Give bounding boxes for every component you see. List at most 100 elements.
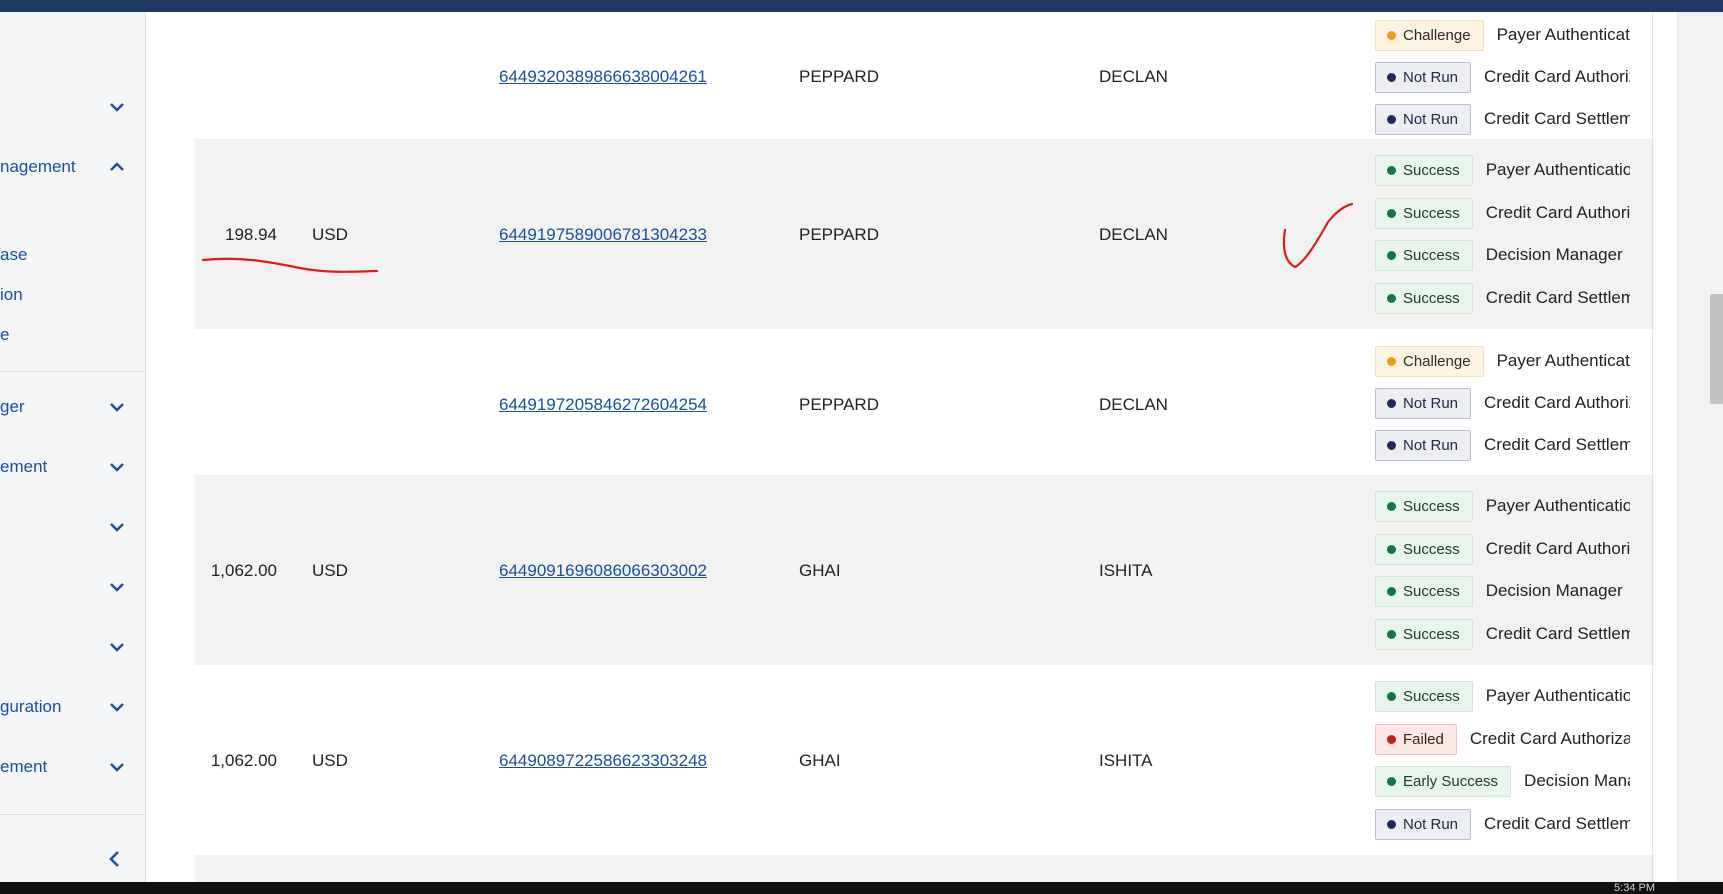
sidebar-group-0[interactable] <box>0 92 145 122</box>
request-id-link[interactable]: 6449197589006781304233 <box>499 225 707 245</box>
status-dot-icon <box>1387 586 1396 596</box>
chevron-down-icon[interactable] <box>106 756 128 778</box>
last-name-cell: PEPPARD <box>799 225 879 244</box>
transactions-table: 6449320389866638004261 PEPPARD DECLAN Ch… <box>174 12 1654 882</box>
check-name: Payer Authentication <box>1485 686 1630 705</box>
check-item: Success Credit Card Authorization <box>1375 196 1630 230</box>
status-dot-icon <box>1387 691 1396 701</box>
sidebar-subitem-0[interactable]: ase <box>0 245 27 265</box>
sidebar-group-label: nagement <box>0 157 76 176</box>
currency-cell: USD <box>312 225 348 244</box>
request-id-link[interactable]: 6449089722586623303248 <box>499 751 707 771</box>
status-dot-icon <box>1387 356 1396 366</box>
scrollbar[interactable] <box>1677 12 1723 882</box>
chevron-up-icon[interactable] <box>106 156 128 178</box>
status-badge: Success <box>1375 575 1473 607</box>
status-badge: Success <box>1375 680 1473 712</box>
sidebar-group-6[interactable] <box>0 632 145 662</box>
sidebar-group-label: guration <box>0 697 62 716</box>
check-name: Credit Card Settlement <box>1485 624 1630 643</box>
currency-cell: USD <box>312 561 348 580</box>
check-name: Payer Authentication <box>1496 351 1630 370</box>
check-name: Decision Manager <box>1485 581 1623 600</box>
amount-cell: 1,062.00 <box>210 561 277 580</box>
status-dot-icon <box>1387 208 1396 218</box>
amount-cell: 198.94 <box>225 225 277 244</box>
status-badge: Success <box>1375 154 1473 186</box>
scrollbar-thumb[interactable] <box>1710 294 1723 404</box>
status-label: Not Run <box>1403 436 1459 454</box>
check-name: Decision Manager <box>1485 245 1623 264</box>
status-badge: Not Run <box>1375 808 1472 840</box>
status-dot-icon <box>1387 293 1396 303</box>
sidebar-subitem-2[interactable]: e <box>0 325 9 345</box>
check-item: Success Decision Manager <box>1375 574 1623 608</box>
check-item: Success Decision Manager <box>1375 238 1623 272</box>
status-badge: Early Success <box>1375 765 1512 797</box>
status-label: Not Run <box>1403 110 1459 128</box>
check-item: Success Payer Authentication <box>1375 153 1630 187</box>
sidebar-subitem-1[interactable]: ion <box>0 285 23 305</box>
sidebar-group-5[interactable] <box>0 572 145 602</box>
status-dot-icon <box>1387 165 1396 175</box>
check-name: Credit Card Authorization <box>1469 729 1630 748</box>
divider <box>0 814 145 815</box>
last-name-cell: PEPPARD <box>799 395 879 414</box>
chevron-down-icon[interactable] <box>106 96 128 118</box>
sidebar: nagement ase ion e ger ement guration em… <box>0 12 146 882</box>
sidebar-group-8[interactable]: ement <box>0 752 145 782</box>
chevron-down-icon[interactable] <box>106 516 128 538</box>
amount-cell: 1,062.00 <box>210 751 277 770</box>
status-dot-icon <box>1387 544 1396 554</box>
status-dot-icon <box>1387 114 1396 124</box>
request-id-link[interactable]: 6449197205846272604254 <box>499 395 707 415</box>
check-item: Success Credit Card Authorization <box>1375 532 1630 566</box>
chevron-down-icon[interactable] <box>106 696 128 718</box>
first-name-cell: ISHITA <box>1099 561 1153 580</box>
status-label: Not Run <box>1403 68 1459 86</box>
check-name: Credit Card Settlement <box>1485 288 1630 307</box>
sidebar-group-1[interactable]: nagement <box>0 152 145 182</box>
status-label: Success <box>1403 161 1460 179</box>
status-label: Not Run <box>1403 394 1459 412</box>
status-dot-icon <box>1387 440 1396 450</box>
sidebar-group-label: ement <box>0 757 48 776</box>
first-name-cell: DECLAN <box>1099 67 1168 86</box>
status-label: Success <box>1403 497 1460 515</box>
check-name: Credit Card Authorization <box>1485 539 1630 558</box>
chevron-down-icon[interactable] <box>106 636 128 658</box>
status-badge: Not Run <box>1375 429 1472 461</box>
chevron-down-icon[interactable] <box>106 576 128 598</box>
check-list: Success Payer Authentication Success Cre… <box>1375 139 1630 329</box>
status-label: Challenge <box>1403 352 1471 370</box>
status-badge: Failed <box>1375 723 1457 755</box>
status-badge: Success <box>1375 197 1473 229</box>
status-label: Challenge <box>1403 26 1471 44</box>
status-badge: Success <box>1375 239 1473 271</box>
status-badge: Not Run <box>1375 387 1472 419</box>
sidebar-group-3[interactable]: ement <box>0 452 145 482</box>
check-item: Early Success Decision Manager <box>1375 764 1630 798</box>
chevron-down-icon[interactable] <box>106 456 128 478</box>
status-label: Success <box>1403 625 1460 643</box>
check-name: Decision Manager <box>1524 771 1630 790</box>
first-name-cell: DECLAN <box>1099 225 1168 244</box>
status-badge: Not Run <box>1375 103 1472 135</box>
check-name: Payer Authentication <box>1496 25 1630 44</box>
collapse-sidebar-icon[interactable] <box>104 848 126 870</box>
check-item: Challenge Payer Authentication <box>1375 344 1630 378</box>
check-item: Success Credit Card Settlement <box>1375 617 1630 651</box>
check-list: Challenge Payer Authentication Not Run C… <box>1375 12 1630 138</box>
table-row: 198.94 USD 6449197589006781304233 PEPPAR… <box>195 139 1654 329</box>
request-id-link[interactable]: 6449320389866638004261 <box>499 67 707 87</box>
check-name: Credit Card Settlement <box>1484 109 1630 128</box>
first-name-cell: DECLAN <box>1099 395 1168 414</box>
request-id-link[interactable]: 6449091696086066303002 <box>499 561 707 581</box>
sidebar-group-4[interactable] <box>0 512 145 542</box>
chevron-down-icon[interactable] <box>106 396 128 418</box>
status-dot-icon <box>1387 398 1396 408</box>
sidebar-group-2[interactable]: ger <box>0 392 145 422</box>
last-name-cell: GHAI <box>799 561 841 580</box>
status-dot-icon <box>1387 776 1396 786</box>
sidebar-group-7[interactable]: guration <box>0 692 145 722</box>
